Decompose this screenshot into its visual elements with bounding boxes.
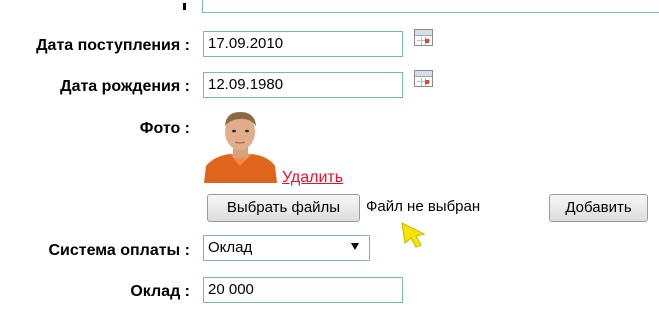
profile-photo: [204, 108, 277, 183]
photo-label: Фото :: [139, 120, 190, 137]
calendar-icon[interactable]: [414, 70, 433, 87]
payment-system-value: Оклад: [208, 239, 253, 256]
mouse-cursor-icon: [398, 220, 432, 255]
file-status-text: Файл не выбран: [366, 198, 481, 215]
birth-date-label: Дата рождения :: [60, 78, 190, 95]
previous-field-label-fragment: [183, 3, 186, 10]
calendar-icon[interactable]: [414, 29, 433, 46]
payment-system-select[interactable]: Оклад: [203, 235, 370, 261]
choose-files-button[interactable]: Выбрать файлы: [207, 194, 360, 222]
arrival-date-input[interactable]: 17.09.2010: [203, 31, 403, 57]
arrival-date-label: Дата поступления :: [36, 37, 190, 54]
dropdown-arrow-icon: [351, 243, 359, 250]
payment-system-label: Система оплаты :: [48, 242, 190, 259]
add-button[interactable]: Добавить: [549, 194, 648, 222]
salary-input[interactable]: 20 000: [203, 277, 403, 303]
delete-photo-link[interactable]: Удалить: [282, 169, 343, 187]
birth-date-input[interactable]: 12.09.1980: [203, 72, 403, 98]
salary-label: Оклад :: [130, 283, 190, 300]
previous-field-input[interactable]: [202, 0, 659, 13]
